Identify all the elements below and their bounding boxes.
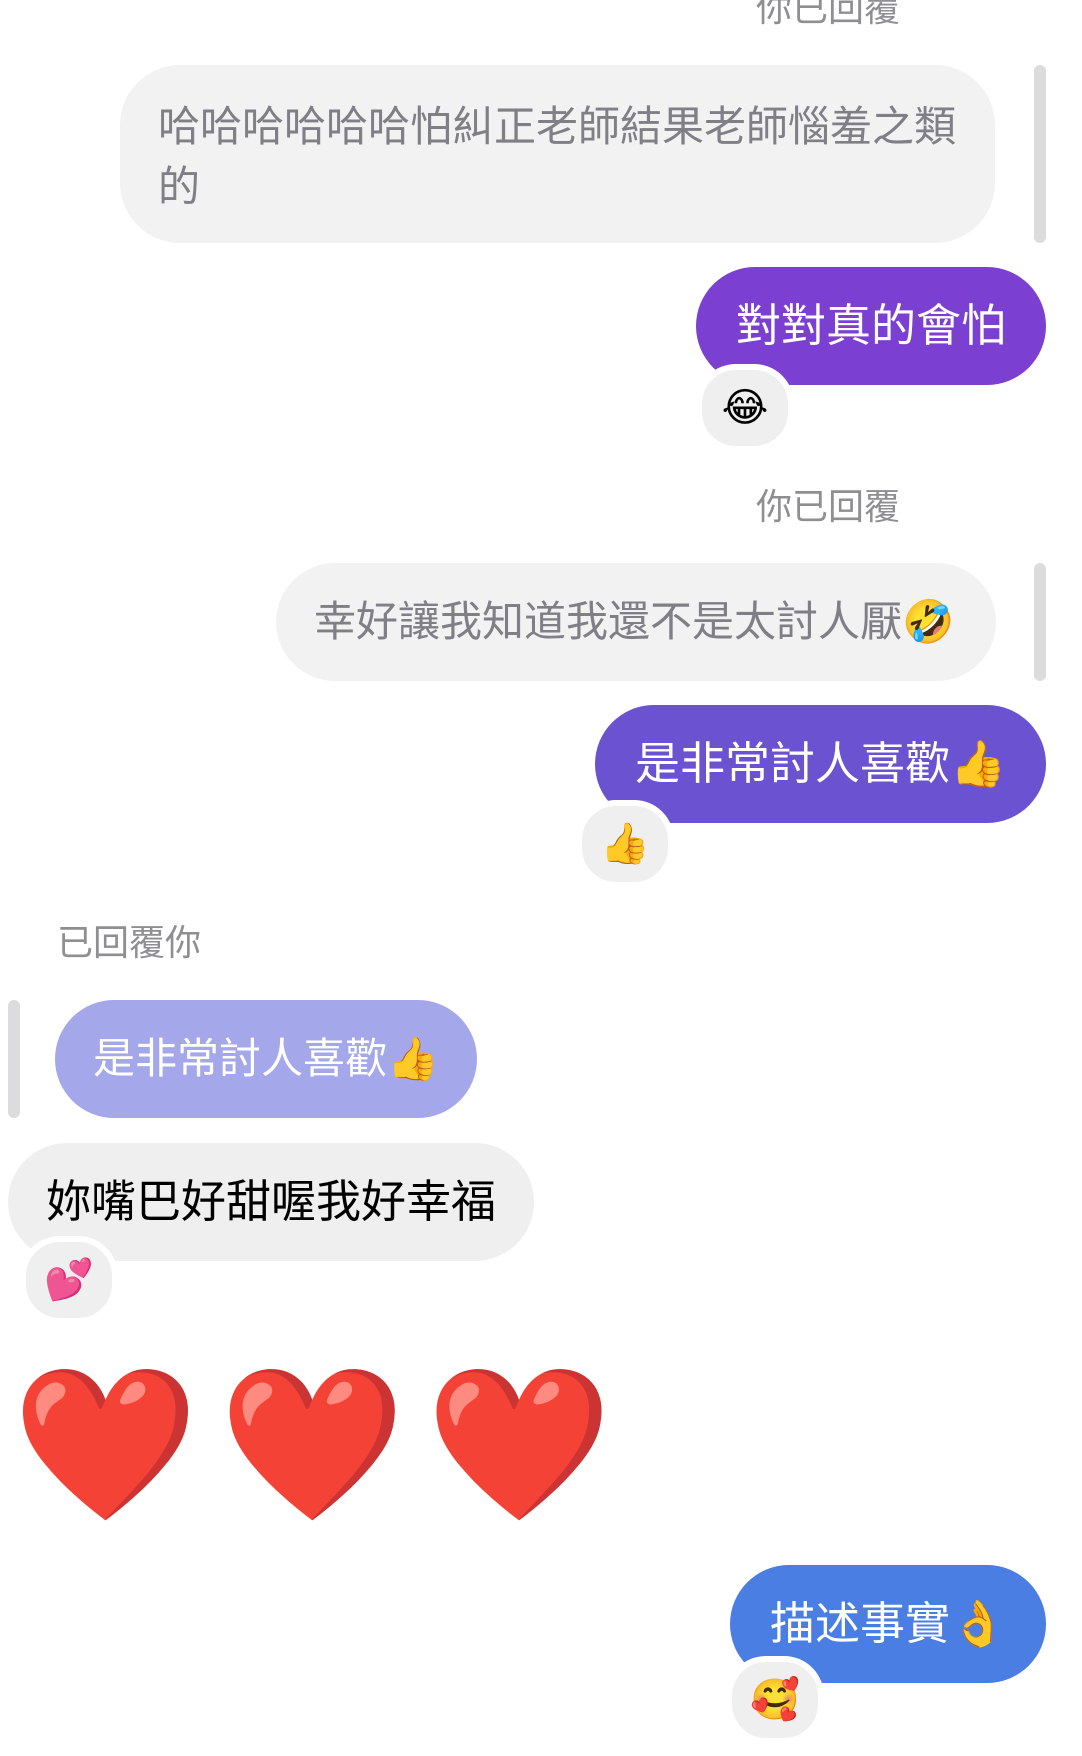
red-heart-icon: ❤️ — [218, 1358, 406, 1532]
quoted-message[interactable]: 幸好讓我知道我還不是太討人厭🤣 — [276, 563, 996, 681]
quoted-message[interactable]: 是非常討人喜歡👍 — [55, 1000, 478, 1118]
reaction-two-hearts-icon[interactable]: 💕 — [20, 1236, 118, 1324]
reaction-laughing-icon[interactable]: 😂 — [696, 364, 794, 452]
red-heart-icon: ❤️ — [12, 1358, 199, 1532]
quoted-message[interactable]: 哈哈哈哈哈哈怕糾正老師結果老師惱羞之類的 — [120, 65, 995, 243]
reply-indicator-bar — [8, 1000, 20, 1118]
reply-indicator-bar — [1034, 65, 1046, 243]
reply-caption: 你已回覆 — [755, 487, 900, 528]
reply-indicator-bar — [1034, 563, 1046, 681]
message-bubble-out[interactable]: 是非常討人喜歡👍 — [594, 705, 1046, 823]
reaction-smiling-hearts-icon[interactable]: 🥰 — [726, 1656, 824, 1744]
big-emoji-message[interactable]: ❤️ ❤️ ❤️ — [12, 1370, 612, 1520]
reaction-thumbs-up-icon[interactable]: 👍 — [576, 800, 674, 888]
red-heart-icon: ❤️ — [425, 1358, 613, 1532]
reply-caption: 你已回覆 — [755, 0, 900, 30]
reply-caption: 已回覆你 — [57, 923, 202, 964]
